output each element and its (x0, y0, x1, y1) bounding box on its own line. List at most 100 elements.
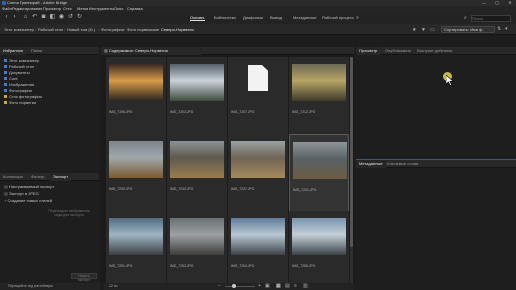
recent-folder-icon[interactable]: ⌂ (22, 14, 29, 21)
photos-icon (4, 89, 7, 93)
search-icon[interactable]: ⌕ (464, 15, 467, 21)
workspace-workflow[interactable]: Рабочий процесс (322, 15, 354, 21)
desktop-icon (4, 65, 7, 69)
back-icon[interactable]: ‹ (3, 14, 10, 21)
thumbnail-cell[interactable]: IMG_7254.JPG (228, 211, 288, 290)
workspace-essentials[interactable]: Основн. (190, 15, 205, 21)
tab-folders[interactable]: Папки (28, 47, 45, 55)
favorite-item[interactable]: Фотографии (4, 88, 32, 93)
sort-menu-chevron-icon[interactable]: ▾ (505, 26, 508, 32)
zoom-slider-handle[interactable] (232, 284, 236, 288)
thumbnail-filename: IMG_7196.JPG (109, 110, 133, 114)
zoom-slider[interactable] (225, 286, 255, 287)
filter-icon[interactable]: ▼ (421, 27, 426, 33)
thumbnail-cell[interactable]: IMG_7203.JPG (167, 57, 227, 137)
camera-icon[interactable]: ◙ (40, 14, 47, 21)
favorite-item[interactable]: Документы (4, 70, 30, 75)
start-export-button[interactable]: Начать экспорт (71, 273, 97, 282)
export-preset-item[interactable]: ▤ Экспорт в JPEG (4, 191, 39, 196)
export-tabstrip: Коллекции Фильтр Экспорт (0, 173, 99, 181)
breadcrumb-this-pc[interactable]: Этот компьютер (4, 24, 34, 35)
app-logo-icon (2, 1, 6, 5)
path-bar: Этот компьютер › Рабочий стол › Новый то… (0, 24, 516, 35)
favorite-item[interactable]: Сток фотографии (4, 94, 42, 99)
forward-icon[interactable]: › (11, 14, 18, 21)
thumbnail-cell[interactable]: IMG_7196.JPG (106, 57, 166, 137)
new-folder-icon[interactable]: ▭ (430, 27, 435, 33)
thumbnail-filename: IMG_7230.JPG (109, 187, 133, 191)
tab-preview[interactable]: Просмотр (356, 47, 381, 55)
folder-icon (4, 77, 7, 81)
tab-export[interactable]: Экспорт (50, 173, 72, 181)
metadata-tabstrip: Метаданные Ключевые слова (356, 160, 516, 168)
boomerang-icon[interactable]: ↶ (31, 14, 38, 21)
view-compact-icon[interactable]: ▥ (303, 283, 308, 289)
content-panel: ▦ Содержимое: Северо-Норвегия IMG_7196.J… (101, 47, 354, 290)
thumbnail-cell[interactable]: IMG_7237.JPG (228, 134, 288, 214)
breadcrumb-separator-icon: › (124, 27, 126, 32)
star-filter-icon[interactable]: ★ (412, 27, 416, 33)
thumbnail-filename: IMG_7241.JPG (293, 188, 317, 192)
search-input[interactable] (471, 15, 511, 22)
workspace-output[interactable]: Вывод (270, 15, 282, 21)
rotate-left-icon[interactable]: ↺ (67, 14, 74, 21)
favorites-tabstrip: Избранное Папки (0, 47, 99, 55)
thumbnail-cell[interactable]: IMG_7207.JPG (228, 57, 288, 137)
favorites-panel: Избранное Папки Этот компьютер Рабочий с… (0, 47, 99, 172)
tab-publish[interactable]: Опубликовать (382, 47, 414, 55)
metadata-panel: Метаданные Ключевые слова (356, 160, 516, 290)
sort-dropdown[interactable]: Сортировать: Имя ф. (441, 26, 495, 33)
favorite-item[interactable]: Фото норвегии (4, 100, 36, 105)
favorite-item[interactable]: Изображения (4, 82, 34, 87)
zoom-out-icon[interactable]: − (218, 283, 221, 289)
favorite-item[interactable]: Рабочий стол (4, 64, 34, 69)
tab-content[interactable]: ▦ Содержимое: Северо-Норвегия (101, 47, 201, 55)
tab-keywords[interactable]: Ключевые слова (384, 160, 421, 168)
rotate-right-icon[interactable]: ↻ (76, 14, 83, 21)
favorite-item[interactable]: Этот компьютер (4, 58, 39, 63)
tab-metadata[interactable]: Метаданные (356, 160, 386, 168)
sort-label: Сортировать: Имя ф. (444, 27, 484, 32)
open-in-camera-raw-icon[interactable]: ◉ (58, 14, 65, 21)
tab-quick-actions[interactable]: Быстрые действия (414, 47, 455, 55)
content-scrollbar[interactable] (350, 57, 353, 283)
photo-thumbnail (170, 141, 224, 178)
tab-favorites[interactable]: Избранное (0, 47, 27, 55)
scrollbar-thumb[interactable] (350, 57, 353, 247)
thumbnail-cell[interactable]: IMG_7255.JPG (289, 211, 349, 290)
export-preset-item[interactable]: ▤ Настраиваемый экспорт (4, 184, 54, 189)
breadcrumb-current-folder[interactable]: Северо-Норвегия (161, 24, 194, 35)
workspace-libraries[interactable]: Библиотеки (214, 15, 236, 21)
tab-filter[interactable]: Фильтр (28, 173, 47, 181)
generic-file-icon (248, 65, 268, 91)
tab-collections[interactable]: Коллекции (0, 173, 26, 181)
thumbnail-cell[interactable]: IMG_7230.JPG (106, 134, 166, 214)
pictures-icon (4, 83, 7, 87)
thumbnail-filename: IMG_7203.JPG (170, 110, 194, 114)
thumbnail-cell[interactable]: IMG_7233.JPG (167, 134, 227, 214)
workspace-menu-chevron-icon[interactable]: » (356, 15, 359, 21)
folder-icon (4, 95, 7, 99)
breadcrumb-norway-photos[interactable]: Фото норвежские (127, 24, 159, 35)
sort-direction-icon[interactable]: ⇅ (497, 26, 501, 32)
breadcrumb-separator-icon: › (158, 27, 160, 32)
zoom-in-icon[interactable]: + (258, 283, 261, 289)
thumbnail-cell[interactable]: IMG_7212.JPG (289, 57, 349, 137)
breadcrumb-desktop[interactable]: Рабочий стол (38, 24, 63, 35)
photo-thumbnail (231, 141, 285, 178)
refine-icon[interactable]: ◧ (49, 14, 56, 21)
thumbnail-cell[interactable]: IMG_7241.JPG (289, 134, 349, 214)
breadcrumb-photos[interactable]: Фотографии (101, 24, 124, 35)
favorite-item[interactable]: Cont (4, 76, 17, 81)
view-list-icon[interactable]: ≡ (294, 283, 297, 289)
breadcrumb-drive[interactable]: Новый том (D:) (67, 24, 95, 35)
thumbnail-cell[interactable]: IMG_7251.JPG (106, 211, 166, 290)
workspace-metadata[interactable]: Метаданные (293, 15, 317, 21)
workspace-filmstrip[interactable]: Диафильм (243, 15, 263, 21)
view-grid-icon[interactable]: ▦ (276, 283, 281, 289)
mouse-cursor-icon (443, 72, 455, 86)
export-preset-item[interactable]: + Создание новых стилей (4, 198, 52, 203)
view-details-icon[interactable]: ▤ (285, 283, 290, 289)
thumbnail-cell[interactable]: IMG_7253.JPG (167, 211, 227, 290)
lock-thumbnail-icon[interactable]: ▣ (265, 283, 270, 289)
